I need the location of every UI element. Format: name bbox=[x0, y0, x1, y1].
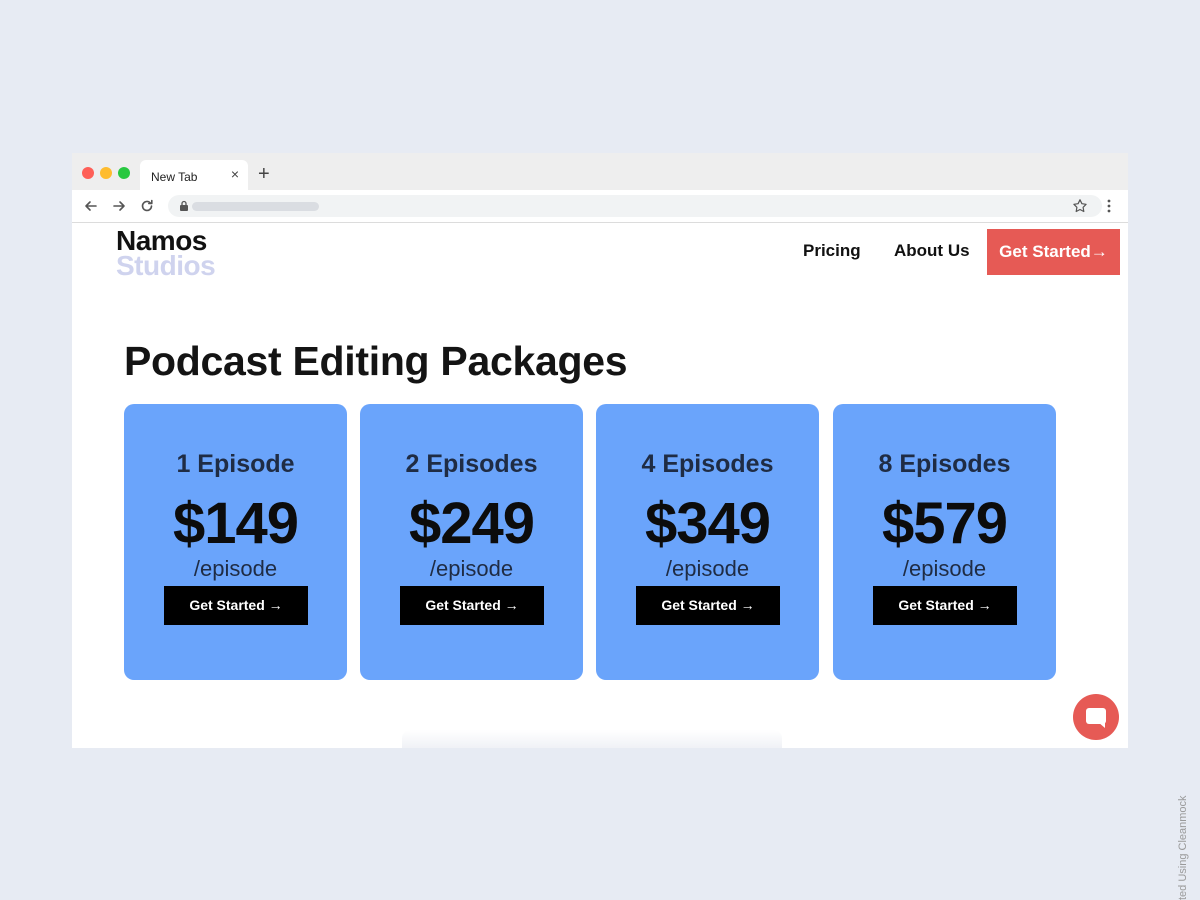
url-text bbox=[192, 202, 319, 211]
package-name: 4 Episodes bbox=[641, 450, 774, 478]
header-get-started-button[interactable]: Get Started→ bbox=[987, 229, 1120, 275]
lock-icon bbox=[180, 200, 188, 211]
watermark: ted Using Cleanmock bbox=[1177, 795, 1189, 900]
package-unit: /episode bbox=[665, 556, 750, 581]
package-name: 8 Episodes bbox=[878, 450, 1011, 478]
package-name: 1 Episode bbox=[176, 450, 295, 478]
star-icon[interactable] bbox=[1072, 198, 1088, 214]
package-unit: /episode bbox=[193, 556, 278, 581]
browser-titlebar: New Tab × + bbox=[72, 153, 1128, 190]
pricing-card: 8 Episodes $579 /episode Get Started → bbox=[833, 404, 1056, 680]
address-bar[interactable] bbox=[168, 195, 1102, 217]
package-get-started-button[interactable]: Get Started → bbox=[873, 586, 1017, 625]
forward-arrow-icon[interactable] bbox=[111, 198, 127, 214]
package-unit: /episode bbox=[902, 556, 987, 581]
reload-icon[interactable] bbox=[139, 198, 155, 214]
logo[interactable]: Namos Studios bbox=[116, 227, 216, 281]
minimize-window-button[interactable] bbox=[100, 167, 112, 179]
back-arrow-icon[interactable] bbox=[83, 198, 99, 214]
nav-pricing-link[interactable]: Pricing bbox=[803, 241, 861, 261]
package-get-started-button[interactable]: Get Started → bbox=[636, 586, 780, 625]
pricing-card: 4 Episodes $349 /episode Get Started → bbox=[596, 404, 819, 680]
pricing-cards: 1 Episode $149 /episode Get Started → 2 … bbox=[124, 404, 1056, 680]
package-get-started-button[interactable]: Get Started → bbox=[164, 586, 308, 625]
close-window-button[interactable] bbox=[82, 167, 94, 179]
close-tab-icon[interactable]: × bbox=[231, 167, 239, 181]
chat-button[interactable] bbox=[1073, 694, 1119, 740]
new-tab-icon[interactable]: + bbox=[258, 164, 270, 184]
package-unit: /episode bbox=[429, 556, 514, 581]
web-page: Namos Studios Pricing About Us Get Start… bbox=[72, 224, 1128, 748]
more-vert-icon[interactable] bbox=[1107, 198, 1111, 214]
page-title: Podcast Editing Packages bbox=[124, 338, 628, 384]
browser-toolbar bbox=[72, 190, 1128, 223]
maximize-window-button[interactable] bbox=[118, 167, 130, 179]
nav-about-link[interactable]: About Us bbox=[894, 241, 970, 261]
tab-title: New Tab bbox=[151, 170, 198, 184]
package-name: 2 Episodes bbox=[405, 450, 538, 478]
footer-shadow bbox=[402, 730, 782, 748]
package-get-started-button[interactable]: Get Started → bbox=[400, 586, 544, 625]
pricing-card: 2 Episodes $249 /episode Get Started → bbox=[360, 404, 583, 680]
browser-tab[interactable]: New Tab × bbox=[140, 160, 248, 190]
pricing-card: 1 Episode $149 /episode Get Started → bbox=[124, 404, 347, 680]
package-price: $579 bbox=[881, 491, 1008, 556]
logo-line-2: Studios bbox=[116, 250, 216, 281]
chat-bubble-tail bbox=[1098, 722, 1105, 728]
package-price: $249 bbox=[408, 491, 535, 556]
package-price: $149 bbox=[172, 491, 299, 556]
browser-window: New Tab × + Namos Studios Pricing About … bbox=[72, 153, 1128, 748]
package-price: $349 bbox=[644, 491, 771, 556]
